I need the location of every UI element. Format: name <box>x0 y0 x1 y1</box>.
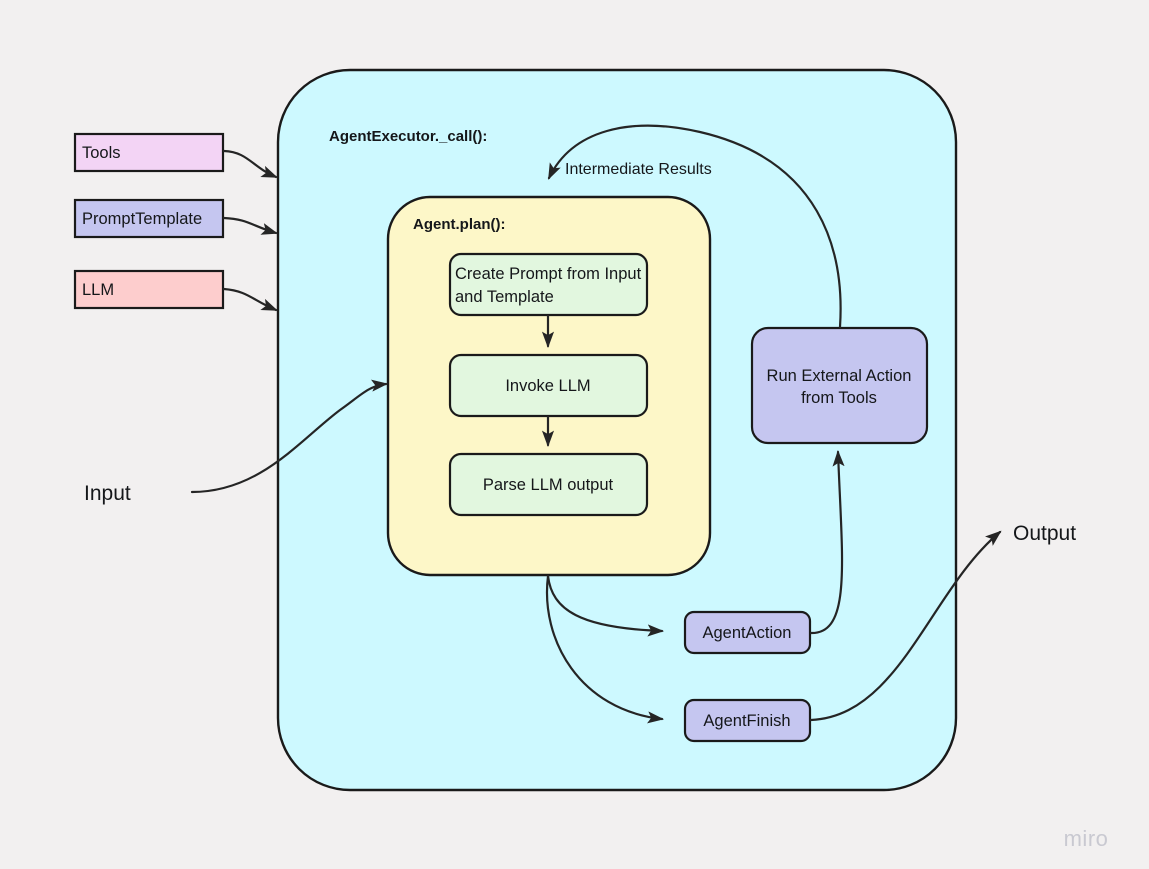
agent-plan-title: Agent.plan(): <box>413 216 505 233</box>
edge-prompt-template-to-executor <box>222 216 278 235</box>
agent-action-label: AgentAction <box>703 624 792 642</box>
parse-llm-output-label: Parse LLM output <box>483 476 614 494</box>
create-prompt-label-line2: and Template <box>455 288 554 306</box>
edge-llm-to-executor <box>222 287 278 312</box>
edge-tools-to-executor <box>222 149 278 179</box>
run-external-action-box[interactable] <box>750 326 929 445</box>
agent-finish-label: AgentFinish <box>703 712 790 730</box>
run-external-action-label-line1: Run External Action <box>767 367 912 385</box>
llm-label: LLM <box>82 281 114 299</box>
node-run-external-action[interactable]: Run External Action from Tools <box>750 326 929 445</box>
node-tools[interactable]: Tools <box>73 132 225 173</box>
node-agent-action[interactable]: AgentAction <box>683 610 812 655</box>
diagram-canvas: AgentExecutor._call(): Agent.plan(): Too… <box>73 68 1109 851</box>
node-llm[interactable]: LLM <box>73 269 225 310</box>
node-invoke-llm[interactable]: Invoke LLM <box>448 353 649 418</box>
agent-executor-title: AgentExecutor._call(): <box>329 128 487 145</box>
prompt-template-label: PromptTemplate <box>82 210 202 228</box>
run-external-action-label-line2: from Tools <box>801 389 877 407</box>
node-agent-finish[interactable]: AgentFinish <box>683 698 812 743</box>
invoke-llm-label: Invoke LLM <box>505 377 590 395</box>
create-prompt-label-line1: Create Prompt from Input <box>455 265 642 283</box>
tools-label: Tools <box>82 144 121 162</box>
intermediate-results-label: Intermediate Results <box>565 161 712 178</box>
miro-watermark: miro <box>1064 826 1109 851</box>
node-parse-llm-output[interactable]: Parse LLM output <box>448 452 649 517</box>
output-label: Output <box>1013 522 1076 545</box>
input-label: Input <box>84 482 131 505</box>
node-create-prompt[interactable]: Create Prompt from Input and Template <box>448 252 649 317</box>
node-prompt-template[interactable]: PromptTemplate <box>73 198 225 239</box>
